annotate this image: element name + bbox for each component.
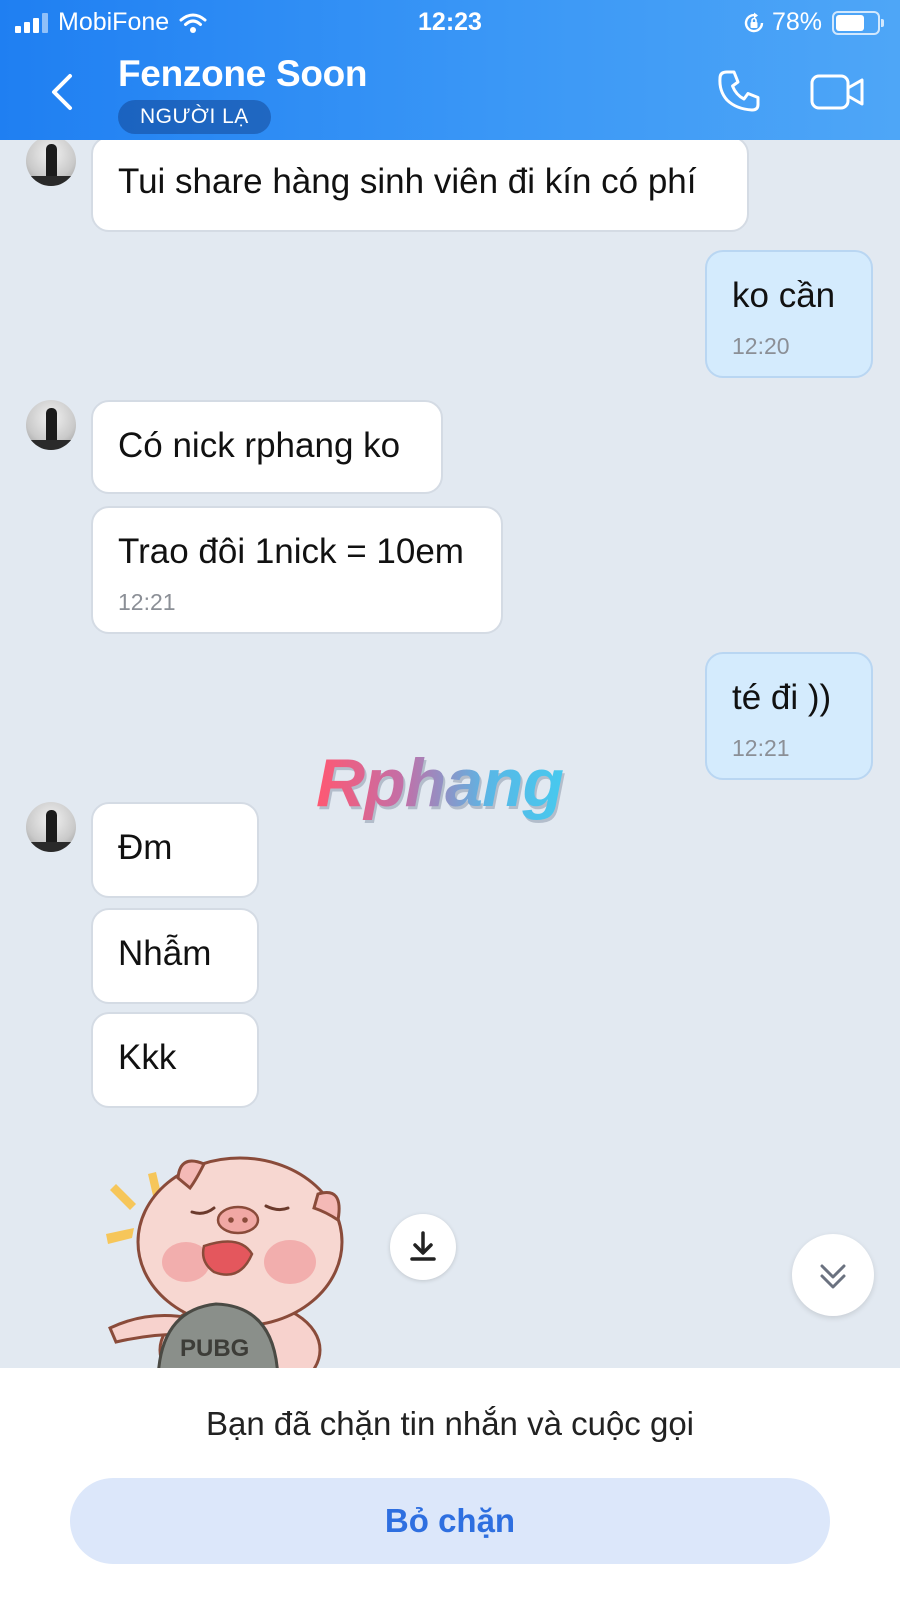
contact-avatar[interactable] [26, 802, 76, 852]
message-text: Tui share hàng sinh viên đi kín có phí [118, 162, 697, 201]
message-text: Có nick rphang ko [118, 426, 401, 465]
status-bar: MobiFone 12:23 78% [0, 0, 900, 44]
video-call-icon[interactable] [810, 70, 866, 114]
watermark-logo: Rphang [316, 745, 564, 821]
download-icon [410, 1231, 436, 1261]
message-bubble[interactable]: ko cần 12:20 [705, 250, 873, 378]
message-time: 12:21 [732, 735, 790, 761]
scroll-to-bottom-button[interactable] [792, 1234, 874, 1316]
message-text: Trao đôi 1nick = 10em [118, 532, 464, 571]
message-text: té đi )) [732, 678, 832, 717]
back-chevron-icon[interactable] [40, 62, 80, 122]
message-bubble[interactable]: Tui share hàng sinh viên đi kín có phí [91, 140, 749, 232]
double-chevron-down-icon [820, 1264, 846, 1289]
message-text: Kkk [118, 1038, 177, 1077]
download-sticker-button[interactable] [390, 1214, 456, 1280]
pig-sticker[interactable]: PUBG [100, 1150, 370, 1368]
message-bubble[interactable]: té đi )) 12:21 [705, 652, 873, 780]
message-bubble[interactable]: Trao đôi 1nick = 10em 12:21 [91, 506, 503, 634]
message-bubble[interactable]: Kkk [91, 1012, 259, 1108]
message-time: 12:21 [118, 589, 176, 615]
message-list[interactable]: Tui share hàng sinh viên đi kín có phí k… [0, 140, 900, 1368]
sticker-label: PUBG [180, 1335, 249, 1362]
message-text: Nhẫm [118, 934, 212, 973]
message-bubble[interactable]: Nhẫm [91, 908, 259, 1004]
stranger-badge: NGƯỜI LẠ [118, 100, 271, 134]
message-bubble[interactable]: Có nick rphang ko [91, 400, 443, 494]
orientation-lock-icon [744, 12, 764, 32]
chat-header: MobiFone 12:23 78% Fenzone Soon NGƯỜI LẠ [0, 0, 900, 140]
message-bubble[interactable]: Đm [91, 802, 259, 898]
contact-avatar[interactable] [26, 400, 76, 450]
unblock-button[interactable]: Bỏ chặn [70, 1478, 830, 1564]
battery-icon [832, 10, 884, 35]
contact-name[interactable]: Fenzone Soon [118, 53, 368, 95]
blocked-notice: Bạn đã chặn tin nhắn và cuộc gọi [205, 1405, 695, 1442]
message-time: 12:20 [732, 333, 790, 359]
message-text: Đm [118, 828, 173, 867]
contact-avatar[interactable] [26, 140, 76, 186]
blocked-footer: Bạn đã chặn tin nhắn và cuộc gọi Bỏ chặn [0, 1368, 900, 1600]
phone-call-icon[interactable] [714, 66, 764, 116]
battery-percent: 78% [771, 8, 822, 36]
message-text: ko cần [732, 276, 836, 315]
